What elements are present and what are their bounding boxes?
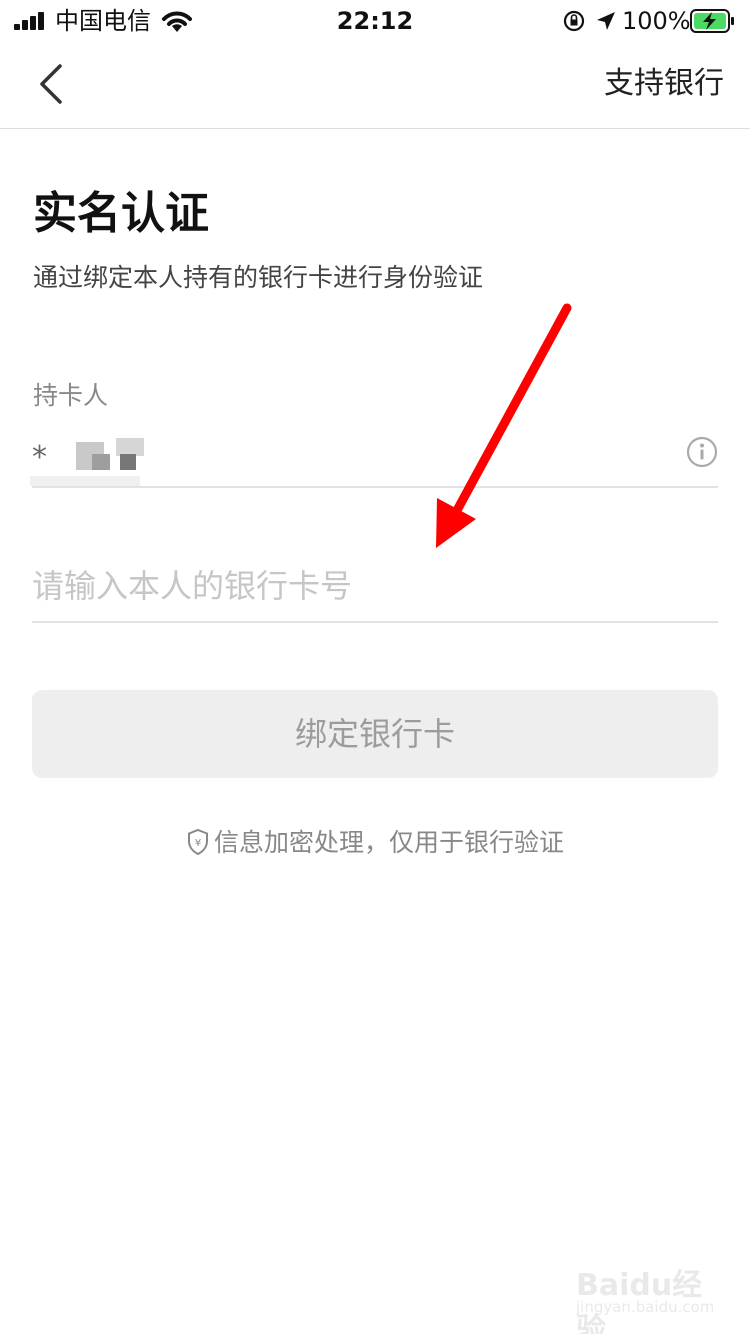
card-holder-label: 持卡人 bbox=[33, 381, 109, 410]
page-subtitle: 通过绑定本人持有的银行卡进行身份验证 bbox=[33, 263, 484, 292]
svg-text:¥: ¥ bbox=[195, 838, 201, 849]
page: 中国电信 22:12 100% 支持银行 实名认证 通过绑定本人持有的银行卡进行… bbox=[0, 0, 750, 1334]
location-icon bbox=[597, 12, 615, 30]
card-number-input[interactable] bbox=[32, 556, 718, 616]
page-title: 实名认证 bbox=[33, 188, 209, 239]
bind-card-button[interactable]: 绑定银行卡 bbox=[32, 690, 718, 778]
status-bar: 中国电信 22:12 100% bbox=[0, 0, 750, 40]
rotation-lock-icon bbox=[563, 10, 585, 32]
chevron-left-icon[interactable] bbox=[30, 60, 74, 108]
encryption-notice-text: 信息加密处理，仅用于银行验证 bbox=[213, 828, 564, 857]
card-number-divider bbox=[32, 621, 718, 623]
baidu-watermark: Baidu经验 jingyan.baidu.com bbox=[560, 1248, 730, 1334]
watermark-url: jingyan.baidu.com bbox=[576, 1298, 715, 1316]
card-holder-name-masked: * bbox=[30, 434, 144, 488]
encryption-notice: ¥ 信息加密处理，仅用于银行验证 bbox=[0, 826, 750, 860]
shield-yuan-icon: ¥ bbox=[187, 828, 208, 856]
info-icon[interactable] bbox=[686, 436, 718, 468]
support-bank-link[interactable]: 支持银行 bbox=[604, 64, 724, 104]
battery-percent: 100% bbox=[622, 7, 691, 35]
masked-name-star: * bbox=[32, 440, 47, 475]
watermark-brand: Baidu经验 bbox=[576, 1268, 703, 1334]
nav-bar: 支持银行 bbox=[0, 40, 750, 129]
card-holder-divider bbox=[32, 486, 718, 488]
battery-charging-icon bbox=[690, 9, 734, 33]
